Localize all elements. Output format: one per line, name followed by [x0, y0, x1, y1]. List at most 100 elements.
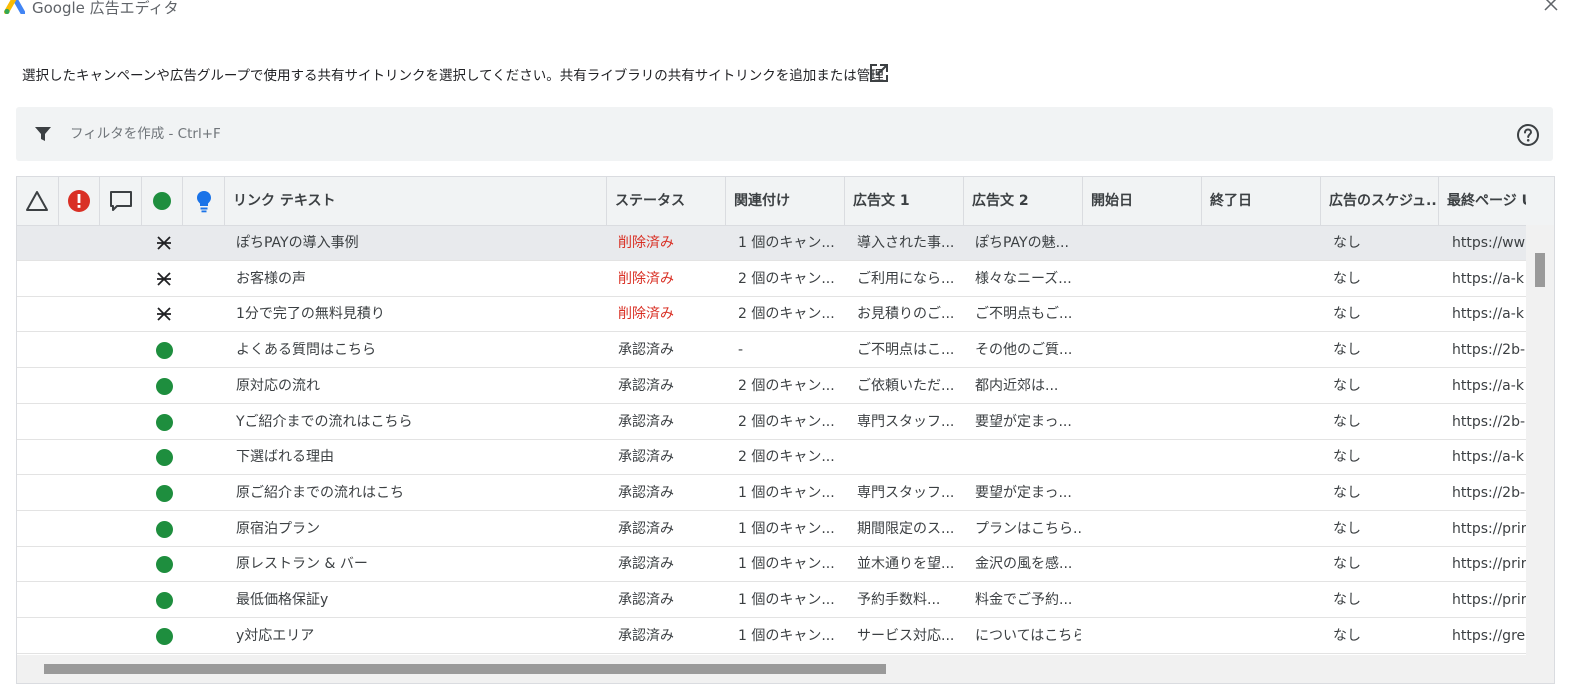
start-date-cell: [1094, 440, 1199, 475]
association-cell: -: [738, 342, 744, 359]
approved-status-dot: [156, 520, 173, 538]
end-date-cell: [1213, 619, 1318, 654]
table-row[interactable]: 原対応の流れ 承認済み 2 個のキャン... ご依頼いただ... 都内近郊は... なし h…: [17, 369, 1526, 404]
column-header-status-dot[interactable]: [142, 177, 183, 225]
association-cell: 1 個のキャン...: [738, 235, 835, 251]
horizontal-scroll-thumb[interactable]: [44, 664, 886, 674]
description-1-cell: 期間限定のス...: [857, 520, 955, 537]
ad-schedule-cell: なし: [1333, 627, 1361, 644]
sitelinks-table: リンク テキスト ステータス 関連付け 広告文 1 広告文 2 開始日 終了日 …: [16, 176, 1555, 684]
final-url-cell: https://2b-: [1452, 342, 1526, 359]
error-icon: [68, 190, 90, 212]
description-2-cell: ぽちPAYの魅...: [975, 235, 1069, 251]
end-date-cell: [1213, 297, 1318, 332]
status-cell: 承認済み: [618, 484, 674, 501]
link-text-cell: 1分で完了の無料見積り: [236, 306, 385, 323]
column-header-comments[interactable]: [100, 177, 142, 225]
table-row[interactable]: Yご紹介までの流れはこちら 承認済み 2 個のキャン... 専門スタッフ... 要望が定…: [17, 405, 1526, 440]
table-row[interactable]: お客様の声 削除済み 2 個のキャン... ご利用になら... 様々なニーズ... なし h…: [17, 262, 1526, 297]
start-date-cell: [1094, 405, 1199, 440]
filter-icon: [35, 127, 51, 141]
link-text-cell: Yご紹介までの流れはこちら: [236, 413, 413, 430]
description-2-cell: その他のご質...: [975, 342, 1073, 359]
google-ads-logo: [4, 0, 25, 14]
ad-schedule-cell: なし: [1333, 484, 1361, 501]
table-row[interactable]: 原レストラン & バー 承認済み 1 個のキャン... 並木通りを望... 金沢の風を感…: [17, 547, 1526, 583]
table-row[interactable]: 原ご紹介までの流れはこち 承認済み 1 個のキャン... 専門スタッフ... 要望が定ま…: [17, 476, 1526, 511]
table-row[interactable]: 原宿泊プラン 承認済み 1 個のキャン... 期間限定のス... プランはこちら... な…: [17, 512, 1526, 547]
approved-status-dot: [156, 556, 173, 574]
status-cell: 承認済み: [618, 413, 674, 430]
start-date-cell: [1094, 333, 1199, 368]
table-header: リンク テキスト ステータス 関連付け 広告文 1 広告文 2 開始日 終了日 …: [17, 177, 1554, 226]
link-text-cell: 下選ばれる理由: [236, 449, 334, 466]
description-2-cell: 要望が定まっ...: [975, 413, 1072, 430]
vertical-scroll-thumb[interactable]: [1535, 253, 1545, 287]
table-row[interactable]: よくある質問はこちら 承認済み - ご不明点はこ... その他のご質... なし https…: [17, 333, 1526, 369]
title-bar: Google 広告エディタ: [0, 0, 1579, 20]
table-row[interactable]: ぽちPAYの導入事例 削除済み 1 個のキャン... 導入された事... ぽちPAYの魅…: [17, 226, 1526, 261]
final-url-cell: https://gre: [1452, 627, 1526, 644]
column-header-final-url[interactable]: 最終ページ U: [1439, 177, 1526, 225]
association-cell: 1 個のキャン...: [738, 520, 835, 537]
status-cell: 承認済み: [618, 556, 674, 573]
end-date-cell: [1213, 262, 1318, 297]
status-cell: 削除済み: [618, 270, 674, 287]
association-cell: 1 個のキャン...: [738, 484, 835, 501]
approved-status-dot: [156, 592, 173, 609]
description-2-cell: 金沢の風を感...: [975, 556, 1073, 573]
column-header-errors[interactable]: [59, 177, 100, 225]
open-external-icon[interactable]: [868, 62, 890, 84]
horizontal-scrollbar[interactable]: [17, 655, 1526, 683]
ad-schedule-cell: なし: [1333, 377, 1361, 394]
ad-schedule-cell: なし: [1333, 520, 1361, 537]
final-url-cell: https://prir: [1452, 592, 1526, 608]
deleted-status-icon: [157, 236, 171, 250]
column-header-description-2[interactable]: 広告文 2: [964, 177, 1083, 225]
link-text-cell: 原宿泊プラン: [236, 520, 320, 537]
description-1-cell: ご不明点はこ...: [857, 342, 955, 359]
end-date-cell: [1213, 440, 1318, 475]
start-date-cell: [1094, 476, 1199, 511]
column-header-ad-schedule[interactable]: 広告のスケジュ...: [1321, 177, 1439, 225]
column-header-description-1[interactable]: 広告文 1: [845, 177, 964, 225]
final-url-cell: https://a-k: [1452, 377, 1524, 394]
start-date-cell: [1094, 369, 1199, 404]
final-url-cell: https://prir: [1452, 520, 1526, 537]
close-icon[interactable]: [1540, 0, 1562, 16]
table-row[interactable]: 下選ばれる理由 承認済み 2 個のキャン... なし https://a-k: [17, 440, 1526, 476]
final-url-cell: https://ww: [1452, 235, 1526, 251]
vertical-scrollbar[interactable]: [1526, 225, 1554, 683]
approved-status-dot: [156, 449, 173, 467]
column-header-end-date[interactable]: 終了日: [1202, 177, 1321, 225]
column-header-start-date[interactable]: 開始日: [1083, 177, 1202, 225]
column-header-warnings[interactable]: [17, 177, 59, 225]
final-url-cell: https://2b-: [1452, 413, 1526, 430]
link-text-cell: 原ご紹介までの流れはこち: [236, 484, 404, 501]
association-cell: 1 個のキャン...: [738, 592, 835, 608]
column-header-association[interactable]: 関連付け: [726, 177, 845, 225]
status-dot-icon: [153, 192, 171, 210]
ad-schedule-cell: なし: [1333, 342, 1361, 359]
ad-schedule-cell: なし: [1333, 449, 1361, 466]
help-icon[interactable]: [1516, 123, 1540, 147]
description-2-cell: ご不明点もご...: [975, 306, 1073, 323]
approved-status-dot: [156, 377, 173, 395]
column-header-status[interactable]: ステータス: [607, 177, 726, 225]
column-header-link-text[interactable]: リンク テキスト: [225, 177, 607, 225]
description-1-cell: 並木通りを望...: [857, 556, 955, 573]
description-2-cell: についてはこちら: [975, 627, 1081, 644]
link-text-cell: 最低価格保証y: [236, 592, 329, 608]
column-header-recommendations[interactable]: [183, 177, 225, 225]
status-cell: 承認済み: [618, 627, 674, 644]
table-row[interactable]: 1分で完了の無料見積り 削除済み 2 個のキャン... お見積りのご... ご不明点もご…: [17, 297, 1526, 333]
description-2-cell: プランはこちら...: [975, 520, 1081, 537]
filter-input[interactable]: [70, 121, 1450, 147]
status-cell: 承認済み: [618, 342, 674, 359]
description-1-cell: 導入された事...: [857, 235, 955, 251]
table-row[interactable]: y対応エリア 承認済み 1 個のキャン... サービス対応... についてはこちら なし h…: [17, 619, 1526, 654]
lightbulb-icon: [197, 191, 211, 213]
table-row[interactable]: 最低価格保証y 承認済み 1 個のキャン... 予約手数料... 料金でご予約... なし…: [17, 583, 1526, 618]
deleted-status-icon: [157, 272, 171, 286]
ad-schedule-cell: なし: [1333, 413, 1361, 430]
